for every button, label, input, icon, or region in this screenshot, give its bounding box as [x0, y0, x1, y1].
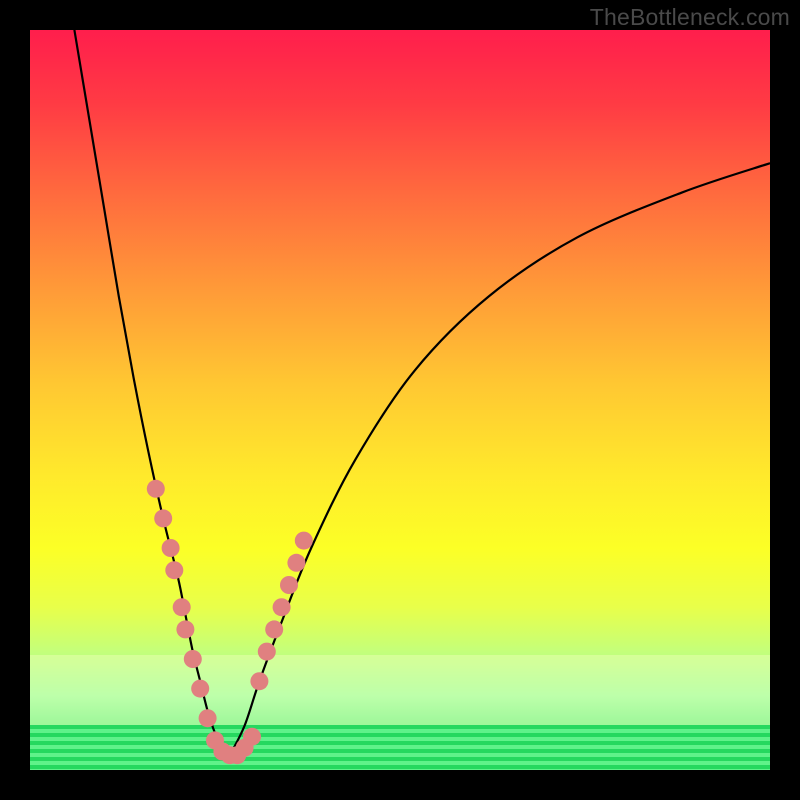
data-dot [176, 620, 194, 638]
right-curve [230, 163, 770, 755]
data-dot [147, 480, 165, 498]
data-dot [280, 576, 298, 594]
data-dot [273, 598, 291, 616]
data-dot [165, 561, 183, 579]
data-dot [265, 620, 283, 638]
data-dot [250, 672, 268, 690]
left-curve [74, 30, 229, 755]
data-dot [173, 598, 191, 616]
data-dot [162, 539, 180, 557]
data-dot [154, 509, 172, 527]
data-dot [295, 532, 313, 550]
data-dot [199, 709, 217, 727]
curves-svg [30, 30, 770, 770]
data-dots-group [147, 480, 313, 764]
data-dot [258, 643, 276, 661]
data-dot [287, 554, 305, 572]
watermark-text: TheBottleneck.com [590, 4, 790, 31]
chart-frame: TheBottleneck.com [0, 0, 800, 800]
plot-area [30, 30, 770, 770]
data-dot [243, 728, 261, 746]
data-dot [184, 650, 202, 668]
data-dot [191, 680, 209, 698]
